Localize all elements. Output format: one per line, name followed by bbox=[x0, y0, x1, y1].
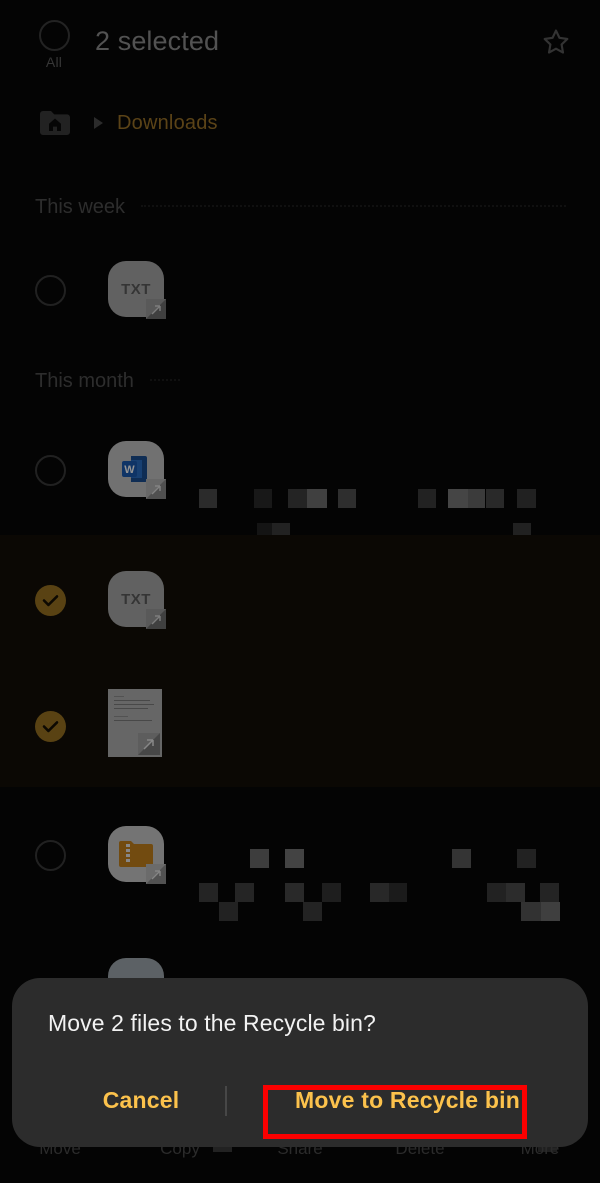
dialog-title: Move 2 files to the Recycle bin? bbox=[48, 1010, 376, 1036]
dialog-button-row: Cancel Move to Recycle bin bbox=[12, 1072, 588, 1136]
cancel-button[interactable]: Cancel bbox=[48, 1072, 234, 1128]
confirm-delete-dialog: Move 2 files to the Recycle bin? Cancel … bbox=[12, 978, 588, 1147]
confirm-button[interactable]: Move to Recycle bin bbox=[263, 1072, 552, 1128]
dialog-button-divider bbox=[225, 1086, 227, 1116]
file-manager-screen: All 2 selected Downloads This week TXT T… bbox=[0, 0, 600, 1183]
